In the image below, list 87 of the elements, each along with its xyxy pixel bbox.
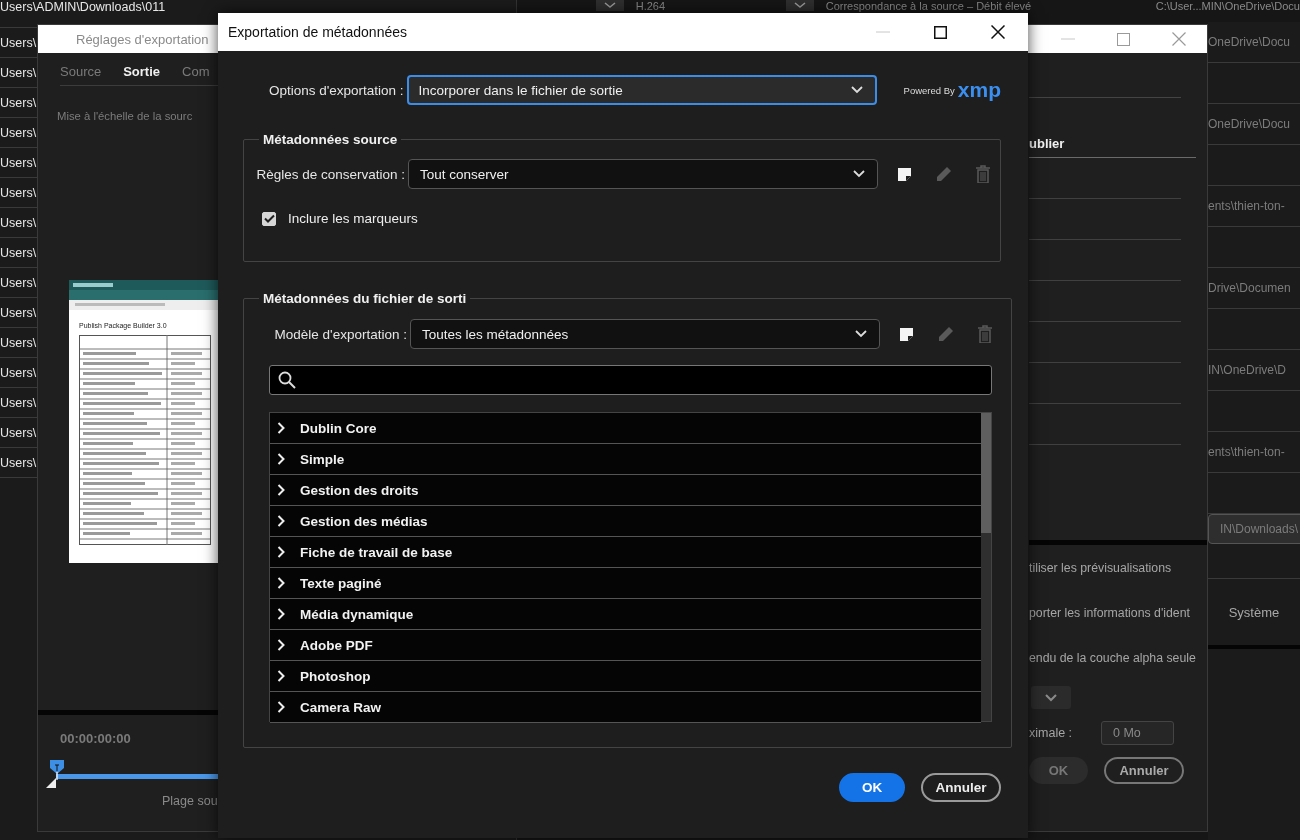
chevron-right-icon[interactable]	[277, 577, 285, 589]
file-path: Users\ADMIN\Downloads\011	[0, 0, 166, 14]
section-label: Mise à l'échelle de la sourc	[57, 110, 194, 122]
tree-item[interactable]: Gestion des médias	[270, 506, 981, 537]
option-label: tiliser les prévisualisations	[1029, 560, 1172, 575]
preservation-rules-dropdown[interactable]: Tout conserver	[408, 159, 878, 189]
export-template-dropdown[interactable]: Toutes les métadonnées	[410, 319, 880, 349]
scrollbar-thumb[interactable]	[981, 413, 991, 533]
file-path: C:\User...MIN\OneDrive\Docu	[1155, 0, 1300, 12]
tree-item[interactable]: Texte paginé	[270, 568, 981, 599]
file-path: Users\	[0, 155, 37, 170]
system-label: Système	[1228, 604, 1280, 620]
chevron-down-icon	[850, 86, 863, 94]
chevron-right-icon[interactable]	[277, 670, 285, 682]
tree-item[interactable]: Simple	[270, 444, 981, 475]
cancel-button[interactable]: Annuler	[921, 773, 1001, 802]
chevron-right-icon[interactable]	[277, 639, 285, 651]
tree-item[interactable]: Dublin Core	[270, 413, 981, 444]
tree-item[interactable]: Camera Raw	[270, 692, 981, 723]
file-path: Users\	[0, 305, 37, 320]
tree-item[interactable]: Média dynamique	[270, 599, 981, 630]
chevron-down-icon[interactable]	[785, 0, 814, 11]
ok-button[interactable]: OK	[839, 773, 905, 802]
checkbox-label: Inclure les marqueurs	[288, 211, 418, 226]
tree-item[interactable]: Adobe PDF	[270, 630, 981, 661]
file-path: Users\	[0, 215, 37, 230]
tree-item[interactable]: Fiche de travail de base	[270, 537, 981, 568]
logo-text: xmp	[957, 80, 1001, 100]
field-label: Modèle d'exportation :	[273, 326, 408, 342]
dropdown-value: Correspondance à la source – Débit élevé	[825, 0, 1032, 12]
field-label: ximale :	[1029, 726, 1074, 740]
timecode: 00:00:00:00	[60, 731, 132, 746]
scrollbar[interactable]	[981, 413, 991, 721]
chevron-right-icon[interactable]	[277, 515, 285, 527]
option-label: porter les informations d'ident	[1029, 605, 1190, 620]
tab[interactable]: Sortie	[123, 64, 161, 79]
new-note-icon[interactable]	[898, 167, 911, 181]
file-path: Users\	[0, 455, 37, 470]
file-path: Users\	[0, 395, 37, 410]
search-icon	[278, 371, 296, 389]
tab[interactable]: Com	[182, 64, 210, 79]
section-title: Métadonnées du fichier de sorti	[262, 291, 468, 306]
close-icon[interactable]	[991, 25, 1005, 39]
checkbox[interactable]	[262, 211, 276, 226]
dialog-title: Exportation de métadonnées	[228, 24, 407, 40]
tree-item[interactable]: Gestion des droits	[270, 475, 981, 506]
tab[interactable]: ublier	[1029, 136, 1065, 151]
file-path: Users\	[0, 125, 37, 140]
tab[interactable]: Source	[60, 64, 102, 79]
cancel-button[interactable]: Annuler	[1104, 757, 1184, 784]
section-title: Métadonnées source	[262, 132, 399, 147]
powered-by-label: Powered By	[903, 84, 955, 96]
dropdown-value: H.264	[635, 0, 666, 12]
search-field[interactable]	[269, 365, 992, 395]
file-path: Users\	[0, 65, 37, 80]
file-path: Users\	[0, 245, 37, 260]
tree-item[interactable]: Photoshop	[270, 661, 981, 692]
chevron-down-icon	[855, 330, 867, 338]
chevron-right-icon[interactable]	[277, 608, 285, 620]
file-path: Users\	[0, 425, 37, 440]
chevron-right-icon[interactable]	[277, 484, 285, 496]
option-label: endu de la couche alpha seule	[1029, 650, 1196, 665]
chevron-right-icon[interactable]	[277, 422, 285, 434]
in-point-icon[interactable]	[46, 778, 56, 788]
field-label: Règles de conservation :	[255, 166, 406, 182]
file-path: Users\	[0, 185, 37, 200]
chevron-right-icon[interactable]	[277, 453, 285, 465]
playhead-icon[interactable]	[50, 760, 64, 780]
timeline-track[interactable]	[56, 774, 219, 779]
field-label: Options d'exportation :	[267, 82, 405, 98]
chevron-down-icon	[1045, 693, 1057, 702]
file-path: Users\	[0, 35, 37, 50]
size-field[interactable]: 0 Mo	[1101, 721, 1174, 745]
range-label: Plage sou	[162, 794, 219, 808]
dropdown[interactable]	[1031, 686, 1071, 709]
file-path: Users\	[0, 275, 37, 290]
file-path: Users\	[0, 335, 37, 350]
chevron-down-icon	[853, 170, 865, 178]
window-title: Réglages d'exportation	[76, 31, 209, 47]
export-options-dropdown[interactable]: Incorporer dans le fichier de sortie	[406, 75, 877, 105]
chevron-right-icon[interactable]	[277, 701, 285, 713]
new-note-icon[interactable]	[900, 327, 913, 341]
chevron-right-icon[interactable]	[277, 546, 285, 558]
file-path: Users\	[0, 95, 37, 110]
file-path: Users\	[0, 365, 37, 380]
chevron-down-icon[interactable]	[595, 0, 624, 11]
maximize-icon[interactable]	[934, 25, 947, 39]
